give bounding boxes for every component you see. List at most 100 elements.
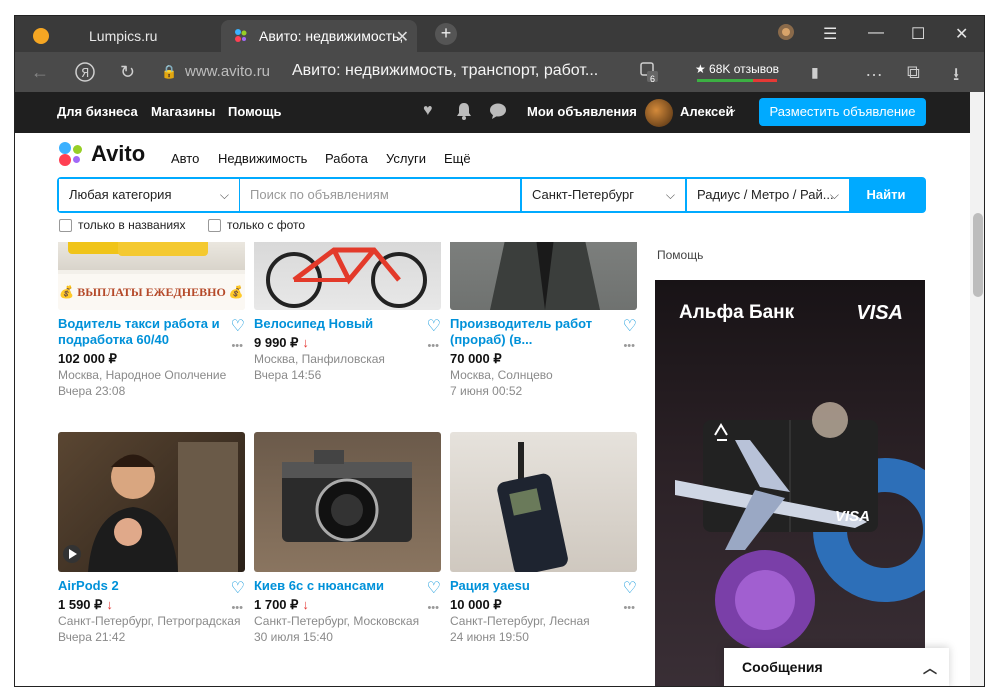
alfa-bank-ad[interactable]: Альфа Банк VISA VISA <box>655 280 925 686</box>
reload-icon[interactable]: ↻ <box>120 62 135 83</box>
more-dots-icon[interactable]: ••• <box>231 340 243 352</box>
close-window-icon[interactable]: ✕ <box>955 24 968 44</box>
listing-card[interactable]: 💰 ВЫПЛАТЫ ЕЖЕДНЕВНО 💰 Водитель такси раб… <box>58 242 245 399</box>
more-dots-icon[interactable]: ••• <box>427 340 439 352</box>
menu-auto[interactable]: Авто <box>171 151 199 166</box>
favorite-heart-icon[interactable]: ♡ <box>231 316 245 336</box>
minimize-icon[interactable]: — <box>868 24 884 42</box>
price-value: 10 000 ₽ <box>450 597 502 612</box>
checkbox-box[interactable] <box>59 218 72 232</box>
chat-icon[interactable] <box>489 102 507 120</box>
listing-title[interactable]: AirPods 2 <box>58 578 245 594</box>
menu-services[interactable]: Услуги <box>386 151 426 166</box>
more-dots-icon[interactable]: ••• <box>623 340 635 352</box>
favorite-heart-icon[interactable]: ♡ <box>427 578 441 598</box>
listing-image[interactable] <box>254 242 441 310</box>
listings-area: 💰 ВЫПЛАТЫ ЕЖЕДНЕВНО 💰 Водитель такси раб… <box>15 242 970 686</box>
notifications-icon[interactable] <box>456 102 474 120</box>
scrollbar-thumb[interactable] <box>973 213 983 297</box>
new-tab-button[interactable]: + <box>435 23 457 45</box>
reviews-button[interactable]: ★ 68K отзывов <box>691 60 783 82</box>
listing-card[interactable]: Велосипед Новый ♡ ••• 9 990 ₽ ↓ Москва, П… <box>254 242 441 383</box>
price-value: 102 000 ₽ <box>58 351 117 366</box>
listing-image[interactable] <box>450 242 637 310</box>
more-dots-icon[interactable]: ••• <box>427 602 439 614</box>
listing-title[interactable]: Водитель такси работа и подработка 60/40 <box>58 316 245 348</box>
search-bar: Любая категория ⌵ Поиск по объявлениям С… <box>57 177 926 213</box>
only-photo-checkbox[interactable]: только с фото <box>208 218 305 232</box>
url-title[interactable]: Авито: недвижимость, транспорт, работ... <box>292 62 598 80</box>
tab-avito[interactable]: Авито: недвижимость, ✕ <box>221 20 417 52</box>
menu-more[interactable]: Ещё <box>444 151 471 166</box>
user-avatar[interactable] <box>645 99 673 127</box>
listing-location: Санкт-Петербург, Московская <box>254 614 420 628</box>
page-scrollbar[interactable] <box>970 92 984 686</box>
maximize-icon[interactable]: ☐ <box>911 24 925 44</box>
listing-location: Москва, Панфиловская <box>254 352 385 366</box>
listing-location: Санкт-Петербург, Лесная <box>450 614 590 628</box>
listing-card[interactable]: Производитель работ (прораб) (в... ♡ •••… <box>450 242 637 399</box>
listing-title[interactable]: Велосипед Новый <box>254 316 441 332</box>
chevron-up-icon[interactable]: ︿ <box>923 658 937 678</box>
only-titles-checkbox[interactable]: только в названиях <box>59 218 186 232</box>
listing-image[interactable]: 💰 ВЫПЛАТЫ ЕЖЕДНЕВНО 💰 <box>58 242 245 310</box>
collections-icon[interactable]: ⧉ <box>907 62 920 83</box>
link-help[interactable]: Помощь <box>228 104 281 119</box>
tab-lumpics[interactable]: Lumpics.ru <box>23 20 223 52</box>
search-button[interactable]: Найти <box>848 179 924 211</box>
extension-icon[interactable] <box>639 61 659 88</box>
favorite-heart-icon[interactable]: ♡ <box>623 578 637 598</box>
price-value: 1 700 ₽ <box>254 597 299 612</box>
extension-badge: 6 <box>650 74 656 84</box>
listing-image[interactable] <box>450 432 637 572</box>
menu-icon[interactable]: ☰ <box>823 24 837 44</box>
user-name[interactable]: Алексей <box>680 104 734 119</box>
listing-price: 1 700 ₽ ↓ <box>254 597 441 613</box>
svg-text:Я: Я <box>81 66 89 80</box>
price-value: 70 000 ₽ <box>450 351 502 366</box>
link-my-ads[interactable]: Мои объявления <box>527 104 637 119</box>
search-input[interactable]: Поиск по объявлениям <box>240 179 520 211</box>
post-ad-button[interactable]: Разместить объявление <box>759 98 926 126</box>
listing-image[interactable] <box>58 432 245 572</box>
city-select[interactable]: Санкт-Петербург ⌵ <box>522 179 685 211</box>
price-value: 1 590 ₽ <box>58 597 103 612</box>
logo-text: Avito <box>91 141 146 166</box>
favorite-heart-icon[interactable]: ♡ <box>623 316 637 336</box>
listing-title[interactable]: Производитель работ (прораб) (в... <box>450 316 637 348</box>
back-icon[interactable]: ← <box>31 62 49 83</box>
chevron-down-icon[interactable]: ⌄ <box>729 104 737 115</box>
listing-image[interactable] <box>254 432 441 572</box>
yandex-icon[interactable]: Я <box>75 62 95 87</box>
bookmark-icon[interactable]: ▮ <box>811 64 819 81</box>
listing-card[interactable]: Киев 6с с нюансами ♡ ••• 1 700 ₽ ↓ Санкт-… <box>254 432 441 645</box>
download-icon[interactable]: ⭳ <box>953 62 959 92</box>
menu-work[interactable]: Работа <box>325 151 368 166</box>
price-value: 9 990 ₽ <box>254 335 299 350</box>
sidebar-help-link[interactable]: Помощь <box>657 248 703 262</box>
messages-panel[interactable]: Сообщения ︿ <box>724 648 949 686</box>
favorite-heart-icon[interactable]: ♡ <box>427 316 441 336</box>
favorites-icon[interactable]: ♥ <box>423 102 441 120</box>
more-dots-icon[interactable]: ••• <box>231 602 243 614</box>
avito-logo[interactable]: Avito <box>59 141 145 167</box>
more-dots-icon[interactable]: ••• <box>623 602 635 614</box>
checkbox-box[interactable] <box>208 218 221 232</box>
link-business[interactable]: Для бизнеса <box>57 104 138 119</box>
more-icon[interactable]: … <box>865 60 883 81</box>
favorite-heart-icon[interactable]: ♡ <box>231 578 245 598</box>
avito-favicon-icon <box>233 28 249 44</box>
close-tab-icon[interactable]: ✕ <box>396 27 409 47</box>
listing-card[interactable]: Рация yaesu ♡ ••• 10 000 ₽ Санкт-Петербу… <box>450 432 637 645</box>
category-select[interactable]: Любая категория ⌵ <box>59 179 239 211</box>
listing-card[interactable]: AirPods 2 ♡ ••• 1 590 ₽ ↓ Санкт-Петербург… <box>58 432 245 645</box>
radius-select[interactable]: Радиус / Метро / Рай... ⌵ <box>687 179 849 211</box>
listing-title[interactable]: Киев 6с с нюансами <box>254 578 441 594</box>
menu-realty[interactable]: Недвижимость <box>218 151 307 166</box>
listing-title[interactable]: Рация yaesu <box>450 578 637 594</box>
profile-icon[interactable] <box>777 23 795 46</box>
reviews-label: ★ 68K отзывов <box>694 62 780 76</box>
link-shops[interactable]: Магазины <box>151 104 215 119</box>
url-host[interactable]: www.avito.ru <box>185 63 270 80</box>
listing-price: 10 000 ₽ <box>450 597 637 613</box>
